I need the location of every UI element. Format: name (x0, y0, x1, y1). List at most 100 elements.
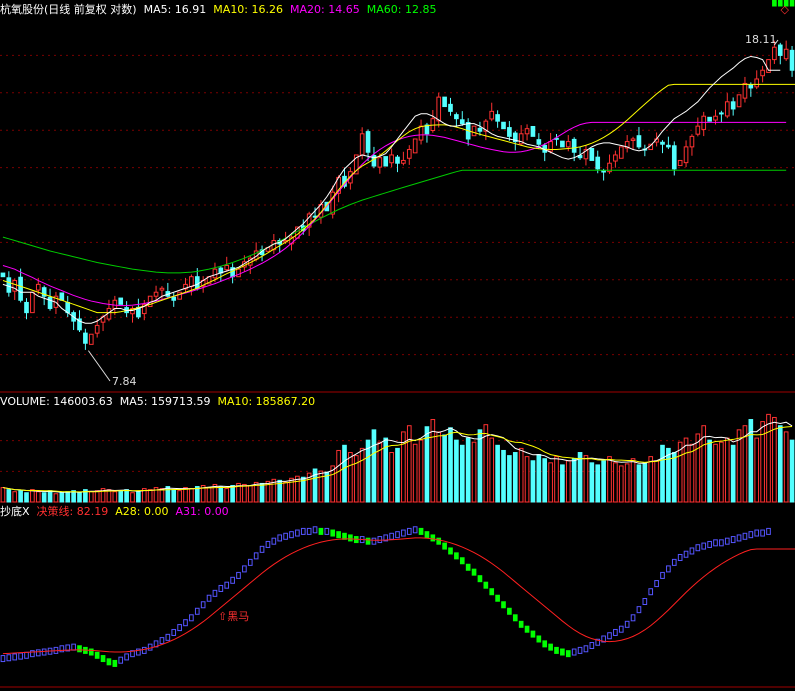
volume-bar (412, 443, 418, 503)
candle-body (477, 127, 483, 132)
volume-bar (218, 486, 224, 503)
indicator-block (613, 628, 618, 636)
candle-body (171, 296, 177, 301)
indicator-block (666, 565, 671, 573)
indicator-name[interactable]: 抄底X (0, 505, 30, 519)
candle-body (683, 146, 689, 164)
candle-body (772, 46, 777, 61)
indicator-block (295, 529, 300, 537)
volume-bar (171, 489, 177, 503)
indicator-block (306, 527, 312, 535)
stock-chart[interactable] (0, 0, 795, 691)
indicator-block (230, 576, 235, 584)
volume-bar (53, 493, 59, 503)
indicator-block (406, 527, 412, 535)
volume-bar (542, 458, 548, 503)
indicator-block (289, 531, 294, 539)
indicator-block (271, 537, 277, 545)
candle-body (760, 69, 765, 77)
indicator-block (701, 542, 707, 550)
indicator-block (542, 640, 548, 648)
candle-body (660, 141, 665, 145)
indicator-block (736, 534, 742, 542)
indicator-block (442, 542, 447, 550)
candle-body (442, 96, 447, 108)
indicator-block (560, 648, 565, 656)
volume-bar (565, 460, 571, 503)
indicator-block (789, 0, 795, 7)
candle-body (118, 297, 124, 305)
indicator-block (436, 537, 442, 545)
indicator-block (159, 637, 165, 645)
indicator-block (730, 536, 736, 544)
volume-bar (560, 464, 565, 503)
indicator-block (524, 625, 530, 633)
indicator-block (459, 557, 465, 565)
volume-bar (577, 452, 583, 503)
volume-bar (595, 464, 601, 503)
indicator-block (565, 650, 571, 658)
indicator-block (247, 558, 253, 566)
indicator-block (636, 606, 642, 614)
stock-title[interactable]: 杭氧股份(日线 前复权 对数) (0, 3, 137, 17)
indicator-block (583, 645, 589, 653)
indicator-block (518, 620, 524, 628)
volume-bar (536, 454, 542, 503)
ma5-legend: MA5: 16.91 (143, 3, 207, 16)
indicator-block (483, 581, 489, 589)
volume-bar (406, 425, 412, 503)
indicator-block (707, 540, 712, 548)
candle-body (383, 156, 389, 167)
indicator-block (371, 537, 377, 545)
candle-body (153, 291, 159, 297)
indicator-block (389, 532, 394, 540)
indicator-block (100, 655, 106, 663)
indicator-block (377, 536, 383, 544)
indicator-block (671, 558, 677, 566)
candle-body (707, 116, 712, 122)
candle-body (94, 324, 100, 334)
volume-bar (730, 444, 736, 503)
indicator-block (342, 532, 347, 540)
ma60-legend: MA60: 12.85 (366, 3, 437, 16)
diamond-icon[interactable]: ◇ (781, 3, 789, 16)
volume-bar (636, 464, 642, 503)
indicator-block (724, 537, 730, 545)
candle-body (418, 125, 424, 141)
price-legend: 杭氧股份(日线 前复权 对数) MA5: 16.91 MA10: 16.26 M… (0, 3, 436, 17)
volume-bar (330, 465, 336, 503)
candle-body (459, 119, 465, 125)
volume-bar (719, 441, 724, 503)
indicator-block (571, 648, 577, 656)
indicator-block (12, 653, 18, 661)
volume-bar (65, 491, 71, 503)
decision-line-value: 决策线: 82.19 (36, 505, 109, 518)
candle-body (636, 135, 642, 148)
volume-bar (259, 482, 265, 503)
volume-bar (230, 485, 235, 503)
candle-body (613, 154, 618, 162)
candle-body (406, 149, 412, 159)
volume-bar (124, 489, 129, 503)
indicator-block (189, 614, 194, 622)
indicator-block (236, 571, 241, 579)
volume-bar (666, 447, 671, 503)
indicator-block (141, 646, 147, 654)
volume-bar (783, 431, 789, 503)
volume-bar (630, 458, 636, 503)
indicator-block (624, 620, 630, 628)
indicator-block (689, 547, 695, 555)
ma20-line (2, 121, 787, 307)
volume-bar (47, 490, 53, 503)
candle-body (471, 125, 477, 137)
volume-bar (589, 462, 595, 503)
indicator-block (6, 654, 12, 662)
volume-bar (224, 488, 230, 503)
indicator-block (112, 659, 118, 667)
candle-body (677, 159, 683, 167)
indicator-block (465, 563, 471, 571)
candle-body (359, 133, 365, 156)
volume-bar (336, 449, 341, 503)
volume-bar (112, 491, 118, 503)
volume-bar (94, 490, 100, 503)
